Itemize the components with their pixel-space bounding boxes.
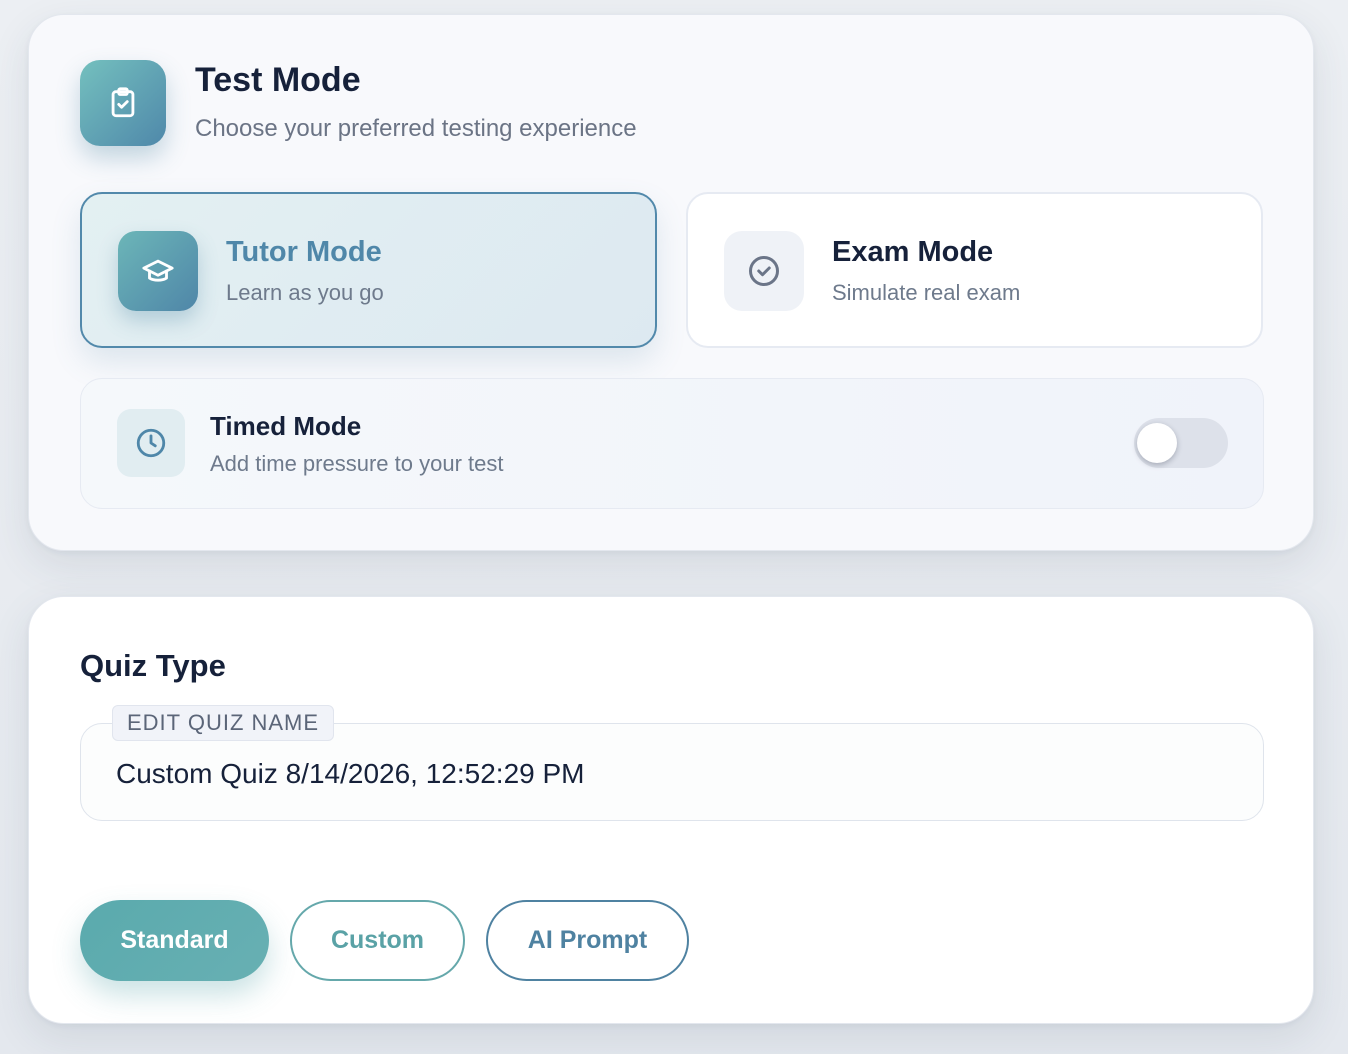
toggle-knob xyxy=(1137,423,1177,463)
tutor-mode-subtitle: Learn as you go xyxy=(226,280,384,305)
standard-button[interactable]: Standard xyxy=(80,900,269,981)
exam-mode-subtitle: Simulate real exam xyxy=(832,280,1021,305)
exam-mode-title: Exam Mode xyxy=(832,236,994,268)
exam-mode-option[interactable]: Exam Mode Simulate real exam xyxy=(686,192,1263,348)
quiz-name-label: EDIT QUIZ NAME xyxy=(112,705,335,741)
test-mode-card: Test Mode Choose your preferred testing … xyxy=(28,14,1314,551)
clipboard-check-icon xyxy=(80,60,166,146)
tutor-mode-option[interactable]: Tutor Mode Learn as you go xyxy=(80,192,657,348)
ai-prompt-button[interactable]: AI Prompt xyxy=(486,900,689,981)
quiz-type-title: Quiz Type xyxy=(80,648,226,683)
clock-icon xyxy=(117,409,185,477)
graduation-cap-icon xyxy=(118,231,198,311)
timed-mode-subtitle: Add time pressure to your test xyxy=(210,451,504,476)
tutor-mode-title: Tutor Mode xyxy=(226,236,382,268)
timed-mode-toggle[interactable] xyxy=(1134,418,1228,468)
quiz-type-card: Quiz Type EDIT QUIZ NAME Standard Custom… xyxy=(28,596,1314,1024)
custom-button[interactable]: Custom xyxy=(290,900,465,981)
section-title: Test Mode xyxy=(195,61,361,99)
section-subtitle: Choose your preferred testing experience xyxy=(195,115,637,142)
check-circle-icon xyxy=(724,231,804,311)
quiz-name-input[interactable] xyxy=(116,754,1216,794)
timed-mode-row: Timed Mode Add time pressure to your tes… xyxy=(80,378,1264,509)
timed-mode-title: Timed Mode xyxy=(210,411,362,441)
